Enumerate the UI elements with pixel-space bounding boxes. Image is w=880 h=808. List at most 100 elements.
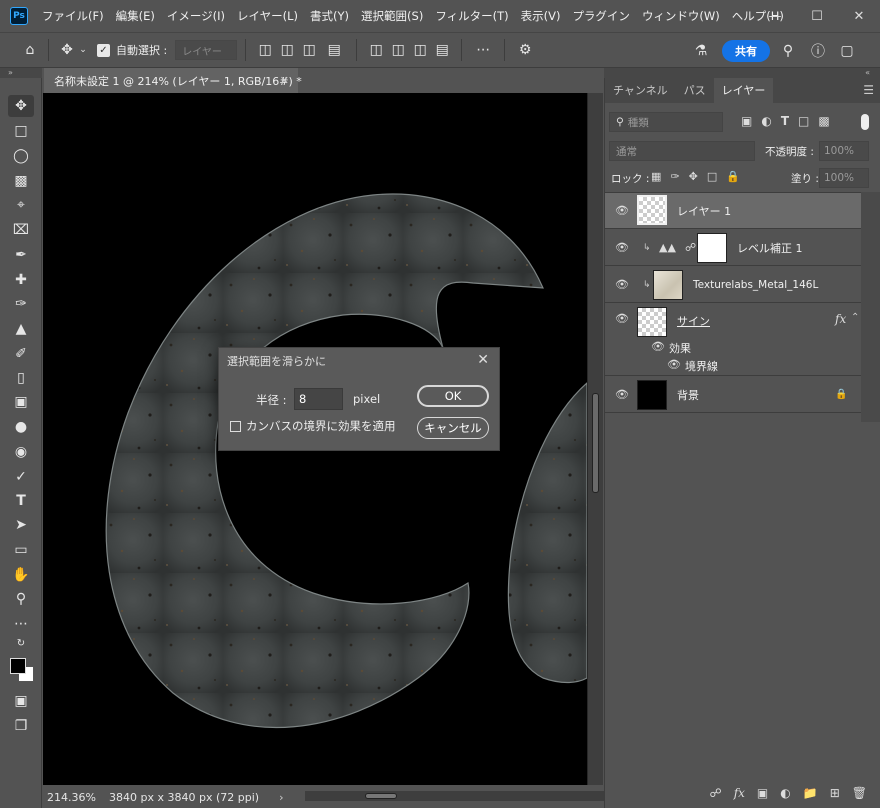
menu-filter[interactable]: フィルター(T): [429, 0, 514, 32]
menu-file[interactable]: ファイル(F): [36, 0, 110, 32]
menu-select[interactable]: 選択範囲(S): [355, 0, 429, 32]
status-arrow-icon[interactable]: ›: [279, 791, 283, 804]
radius-input[interactable]: 8: [294, 388, 343, 410]
object-select-tool-icon[interactable]: ▩: [8, 170, 34, 192]
menu-window[interactable]: ウィンドウ(W): [636, 0, 726, 32]
layer-row[interactable]: 👁 レイヤー 1: [605, 193, 861, 229]
zoom-level[interactable]: 214.36%: [43, 791, 103, 804]
minimize-icon[interactable]: —: [754, 0, 796, 32]
home-icon[interactable]: ⌂: [20, 38, 40, 62]
layer-name[interactable]: Texturelabs_Metal_146L: [693, 279, 818, 291]
screen-mode-icon[interactable]: ❐: [8, 715, 34, 737]
cancel-button[interactable]: キャンセル: [417, 417, 489, 439]
delete-layer-icon[interactable]: 🗑: [852, 786, 867, 800]
gradient-tool-icon[interactable]: ▣: [8, 391, 34, 413]
new-group-icon[interactable]: 📁: [803, 786, 818, 800]
type-tool-icon[interactable]: T: [8, 490, 34, 512]
layer-row[interactable]: 👁 サイン fx ⌃ 👁 効果 👁 境界線: [605, 304, 861, 376]
add-mask-icon[interactable]: ▣: [757, 786, 768, 800]
move-tool-icon[interactable]: ✥: [57, 38, 77, 62]
distribute-vertical-icon[interactable]: ▤: [431, 38, 453, 62]
more-tools-icon[interactable]: ⋯: [8, 613, 34, 635]
brush-tool-icon[interactable]: ✑: [8, 293, 34, 315]
toolbar-collapse-strip[interactable]: »: [0, 68, 42, 78]
blur-tool-icon[interactable]: ●: [8, 416, 34, 438]
visibility-eye-icon[interactable]: 👁: [615, 388, 629, 401]
frame-tool-icon[interactable]: ⌧: [8, 219, 34, 241]
layer-name[interactable]: レベル補正 1: [737, 240, 803, 256]
swap-colors-icon[interactable]: ↻: [8, 636, 34, 650]
layer-name[interactable]: レイヤー 1: [677, 203, 731, 219]
crop-tool-icon[interactable]: ⌖: [8, 194, 34, 216]
lock-all-icon[interactable]: 🔒: [726, 170, 740, 183]
close-tab-icon[interactable]: ✕: [280, 74, 289, 87]
auto-select-target-select[interactable]: レイヤー: [175, 40, 238, 60]
blend-mode-select[interactable]: 通常: [609, 141, 755, 161]
horizontal-scroll-thumb[interactable]: [365, 793, 397, 799]
filter-toggle[interactable]: [861, 114, 869, 130]
menu-image[interactable]: イメージ(I): [161, 0, 231, 32]
layer-row[interactable]: 👁 背景 🔒: [605, 377, 861, 413]
tab-channels[interactable]: チャンネル: [605, 78, 676, 103]
workspace-icon[interactable]: ▢: [836, 39, 858, 63]
new-adjustment-icon[interactable]: ◐: [780, 786, 790, 800]
layer-name[interactable]: サイン: [677, 313, 710, 329]
document-tab[interactable]: 名称未設定 1 @ 214% (レイヤー 1, RGB/16#) * ✕: [44, 68, 302, 93]
eraser-tool-icon[interactable]: ▯: [8, 367, 34, 389]
visibility-eye-icon[interactable]: 👁: [651, 340, 665, 353]
menu-layer[interactable]: レイヤー(L): [231, 0, 304, 32]
fx-badge[interactable]: fx: [835, 312, 846, 326]
menu-plugins[interactable]: プラグイン: [566, 0, 636, 32]
align-left-icon[interactable]: ◫: [254, 38, 276, 62]
adjustment-filter-icon[interactable]: ◐: [761, 114, 771, 128]
rectangle-tool-icon[interactable]: ▭: [8, 539, 34, 561]
lock-artboard-icon[interactable]: □: [707, 170, 717, 183]
link-layers-icon[interactable]: ☍: [710, 786, 722, 800]
dodge-tool-icon[interactable]: ◉: [8, 441, 34, 463]
tab-layers[interactable]: レイヤー: [713, 78, 774, 103]
lasso-tool-icon[interactable]: ◯: [8, 145, 34, 167]
tab-paths[interactable]: パス: [676, 78, 714, 103]
zoom-tool-icon[interactable]: ⚲: [8, 588, 34, 610]
align-top-icon[interactable]: ◫: [365, 38, 387, 62]
align-bottom-icon[interactable]: ◫: [409, 38, 431, 62]
flask-icon[interactable]: ⚗: [690, 39, 712, 63]
help-icon[interactable]: ⓘ: [808, 39, 828, 63]
image-filter-icon[interactable]: ▣: [741, 114, 752, 128]
path-select-tool-icon[interactable]: ➤: [8, 514, 34, 536]
history-brush-tool-icon[interactable]: ✐: [8, 343, 34, 365]
layer-name[interactable]: 背景: [677, 387, 699, 403]
add-style-icon[interactable]: fx: [734, 786, 745, 800]
vertical-scrollbar[interactable]: [588, 93, 603, 785]
panel-menu-icon[interactable]: ☰: [863, 83, 874, 97]
marquee-tool-icon[interactable]: □: [8, 120, 34, 142]
fill-input[interactable]: 100%: [819, 168, 869, 188]
visibility-eye-icon[interactable]: 👁: [615, 204, 629, 217]
visibility-eye-icon[interactable]: 👁: [667, 358, 681, 371]
foreground-color-swatch[interactable]: [10, 658, 26, 674]
canvas-bounds-label[interactable]: カンバスの境界に効果を適用: [246, 418, 396, 434]
pen-tool-icon[interactable]: ✓: [8, 466, 34, 488]
new-layer-icon[interactable]: ⊞: [830, 786, 840, 800]
settings-gear-icon[interactable]: ⚙: [513, 38, 537, 62]
healing-brush-tool-icon[interactable]: ✚: [8, 269, 34, 291]
layer-list-scrollbar[interactable]: [861, 192, 880, 422]
menu-edit[interactable]: 編集(E): [110, 0, 161, 32]
ok-button[interactable]: OK: [417, 385, 489, 407]
expand-caret-icon[interactable]: ⌃: [851, 312, 859, 323]
lock-position-icon[interactable]: ✥: [689, 170, 698, 183]
vertical-scroll-thumb[interactable]: [592, 393, 599, 493]
quick-mask-icon[interactable]: ▣: [8, 690, 34, 712]
auto-select-checkbox[interactable]: ✓: [97, 43, 110, 57]
more-options-icon[interactable]: ⋯: [470, 38, 496, 62]
share-button[interactable]: 共有: [722, 40, 770, 62]
effects-row[interactable]: 👁 効果: [605, 340, 861, 358]
close-icon[interactable]: ✕: [477, 352, 489, 368]
chevron-down-icon[interactable]: ⌄: [77, 38, 89, 62]
visibility-eye-icon[interactable]: 👁: [615, 241, 629, 254]
opacity-input[interactable]: 100%: [819, 141, 869, 161]
move-tool-icon[interactable]: ✥: [8, 95, 34, 117]
smartobject-filter-icon[interactable]: ▩: [818, 114, 829, 128]
horizontal-scrollbar[interactable]: [305, 791, 605, 801]
menu-view[interactable]: 表示(V): [515, 0, 567, 32]
